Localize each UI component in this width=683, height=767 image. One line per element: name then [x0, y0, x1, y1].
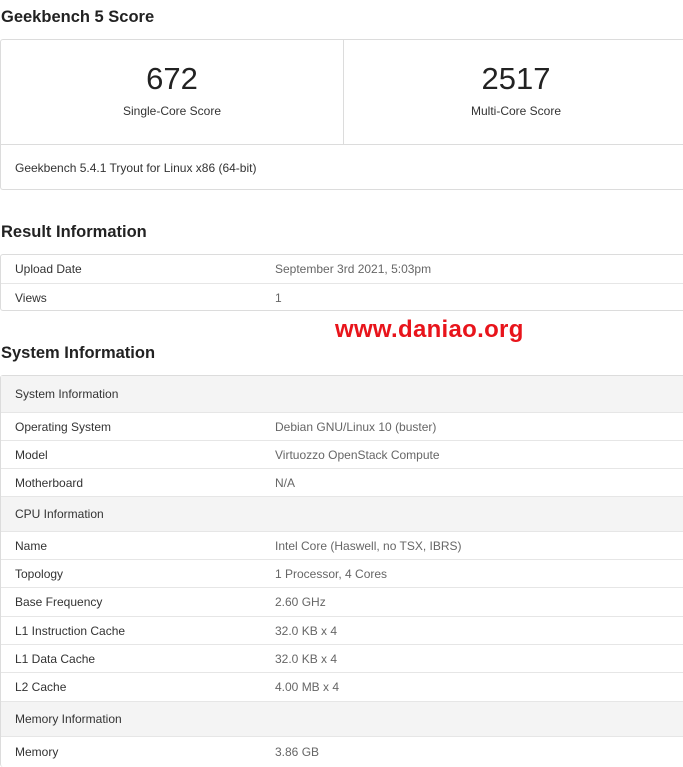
section-header-label: Memory Information [15, 712, 122, 726]
section-header-label: System Information [15, 387, 119, 401]
watermark-text: www.daniao.org [335, 316, 524, 343]
system-info-table: System Information Operating System Debi… [0, 375, 683, 767]
result-section-title: Result Information [1, 223, 147, 241]
row-label: L2 Cache [15, 680, 67, 694]
single-core-score-cell: 672 Single-Core Score [1, 40, 344, 144]
table-row: L2 Cache 4.00 MB x 4 [1, 672, 683, 701]
row-value: Debian GNU/Linux 10 (buster) [275, 419, 437, 434]
table-row: Topology 1 Processor, 4 Cores [1, 559, 683, 587]
score-section-title: Geekbench 5 Score [1, 8, 155, 26]
row-value: 4.00 MB x 4 [275, 680, 340, 694]
multi-core-score-value: 2517 [481, 61, 551, 96]
score-row: 672 Single-Core Score 2517 Multi-Core Sc… [1, 40, 683, 145]
score-card: 672 Single-Core Score 2517 Multi-Core Sc… [0, 39, 683, 190]
row-label: Motherboard [15, 475, 84, 490]
row-value: 3.86 GB [275, 744, 320, 759]
row-label: Memory [15, 744, 59, 759]
single-core-score-label: Single-Core Score [122, 104, 222, 118]
views-label: Views [15, 290, 47, 305]
single-core-score-value: 672 [146, 61, 198, 96]
table-row: L1 Instruction Cache 32.0 KB x 4 [1, 616, 683, 644]
section-header-system: System Information [1, 376, 683, 412]
row-label: Topology [15, 566, 64, 581]
table-row: L1 Data Cache 32.0 KB x 4 [1, 644, 683, 672]
row-label: Name [15, 538, 48, 553]
row-value: 32.0 KB x 4 [275, 651, 338, 666]
upload-date-label: Upload Date [15, 262, 82, 276]
row-value: Virtuozzo OpenStack Compute [275, 447, 440, 462]
row-value: 32.0 KB x 4 [275, 623, 338, 638]
row-value: 2.60 GHz [275, 595, 326, 609]
multi-core-score-label: Multi-Core Score [470, 104, 562, 118]
row-label: L1 Instruction Cache [15, 623, 126, 638]
table-row-upload-date: Upload Date September 3rd 2021, 5:03pm [1, 255, 683, 283]
row-label: Operating System [15, 419, 112, 434]
table-row: Base Frequency 2.60 GHz [1, 587, 683, 616]
table-row: Model Virtuozzo OpenStack Compute [1, 440, 683, 468]
table-row: Memory 3.86 GB [1, 736, 683, 766]
views-value: 1 [275, 290, 282, 305]
table-row-views: Views 1 [1, 283, 683, 311]
row-label: L1 Data Cache [15, 651, 96, 666]
section-header-cpu: CPU Information [1, 496, 683, 531]
section-header-memory: Memory Information [1, 701, 683, 736]
result-info-table: Upload Date September 3rd 2021, 5:03pm V… [0, 254, 683, 311]
row-value: 1 Processor, 4 Cores [275, 566, 388, 581]
row-label: Base Frequency [15, 595, 103, 609]
row-value: N/A [275, 475, 296, 490]
section-header-label: CPU Information [15, 507, 104, 521]
benchmark-version-text: Geekbench 5.4.1 Tryout for Linux x86 (64… [15, 161, 257, 175]
table-row: Operating System Debian GNU/Linux 10 (bu… [1, 412, 683, 440]
upload-date-value: September 3rd 2021, 5:03pm [275, 262, 432, 276]
multi-core-score-cell: 2517 Multi-Core Score [344, 40, 683, 144]
row-label: Model [15, 447, 48, 462]
table-row: Motherboard N/A [1, 468, 683, 496]
system-section-title: System Information [1, 344, 156, 362]
row-value: Intel Core (Haswell, no TSX, IBRS) [275, 538, 462, 553]
geekbench-result-page: Geekbench 5 Score 672 Single-Core Score … [0, 0, 683, 767]
table-row: Name Intel Core (Haswell, no TSX, IBRS) [1, 531, 683, 559]
